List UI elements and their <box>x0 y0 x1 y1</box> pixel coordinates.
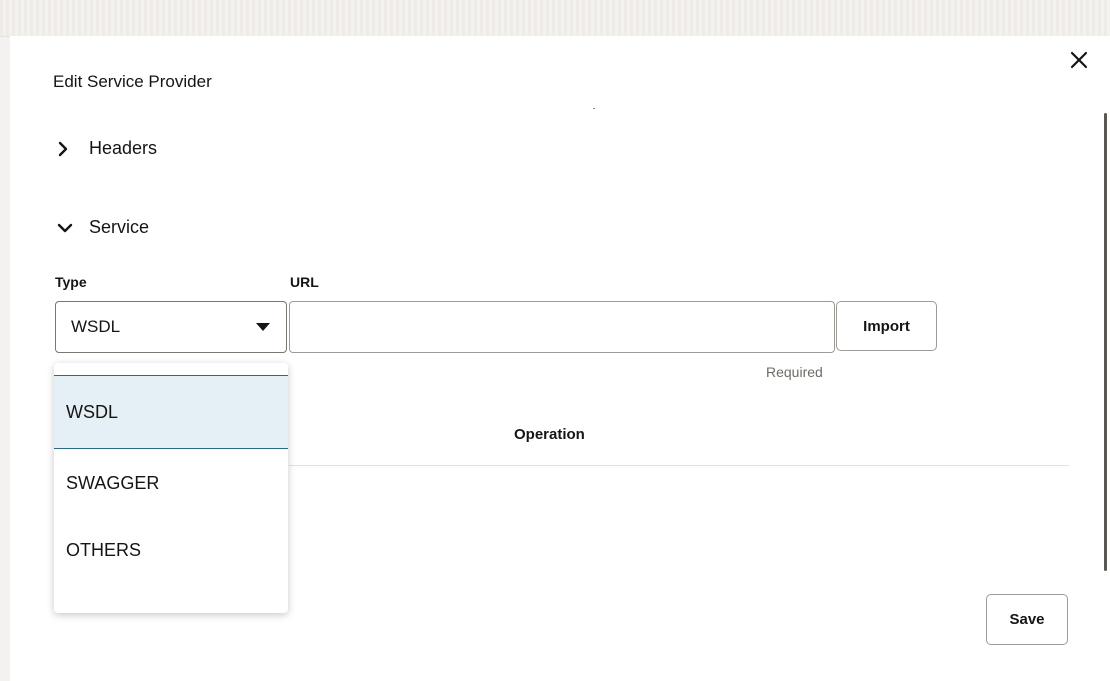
scrollbar[interactable] <box>1104 113 1107 571</box>
url-required-hint: Required <box>766 364 823 380</box>
page: Edit Service Provider Headers Service Ty… <box>0 0 1110 681</box>
type-select-value: WSDL <box>71 317 121 336</box>
headers-section-label: Headers <box>89 138 158 158</box>
service-section-label: Service <box>89 217 150 237</box>
divider-mark <box>593 108 595 109</box>
url-label: URL <box>290 274 319 290</box>
edit-service-provider-dialog: Edit Service Provider Headers Service Ty… <box>10 36 1110 681</box>
type-dropdown-list: WSDL SWAGGER OTHERS <box>54 363 288 613</box>
close-icon <box>1070 51 1088 69</box>
headers-section-toggle[interactable]: Headers <box>57 138 157 159</box>
dialog-title: Edit Service Provider <box>53 72 212 91</box>
type-option-wsdl[interactable]: WSDL <box>54 375 288 449</box>
type-select[interactable]: WSDL <box>55 301 287 353</box>
service-section-toggle[interactable]: Service <box>57 217 149 238</box>
operation-column-header: Operation <box>514 426 585 443</box>
caret-down-icon <box>256 323 270 331</box>
chevron-down-icon <box>57 219 75 237</box>
type-option-swagger[interactable]: SWAGGER <box>54 451 288 515</box>
background-banner <box>0 0 1110 37</box>
type-option-others[interactable]: OTHERS <box>54 515 288 585</box>
chevron-right-icon <box>57 140 75 158</box>
close-button[interactable] <box>1065 46 1093 74</box>
operations-table-header: Operation <box>289 411 1069 466</box>
url-input[interactable] <box>289 301 835 353</box>
import-button[interactable]: Import <box>836 301 937 351</box>
type-label: Type <box>55 274 87 290</box>
save-button[interactable]: Save <box>986 594 1068 645</box>
